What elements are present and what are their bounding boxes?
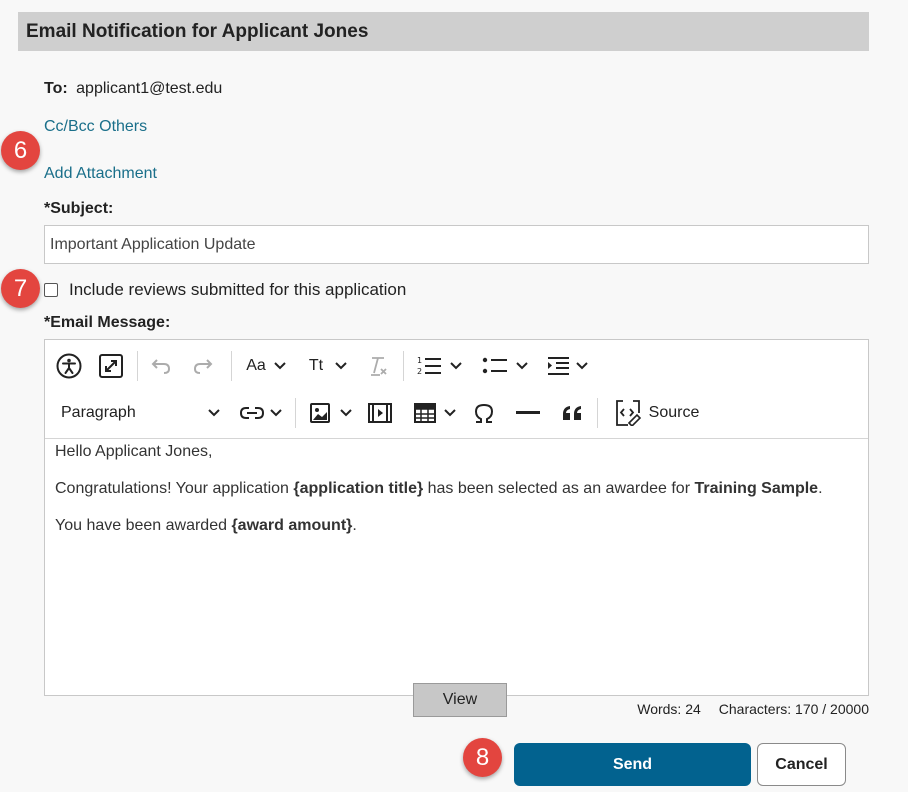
numbered-list-dropdown[interactable]: 12 bbox=[411, 350, 467, 382]
indent-icon bbox=[548, 357, 569, 375]
callout-badge-8: 8 bbox=[463, 738, 502, 777]
to-email: applicant1@test.edu bbox=[76, 80, 223, 97]
dialog-title: Email Notification for Applicant Jones bbox=[18, 12, 869, 51]
paragraph-format-dropdown[interactable]: Paragraph bbox=[55, 397, 220, 429]
include-reviews-row: Include reviews submitted for this appli… bbox=[44, 280, 406, 300]
to-row: To: applicant1@test.edu bbox=[44, 80, 222, 98]
chevron-down-icon bbox=[576, 362, 588, 370]
source-button[interactable]: Source bbox=[609, 397, 705, 429]
chevron-down-icon bbox=[516, 362, 528, 370]
callout-badge-6: 6 bbox=[1, 131, 40, 170]
chevron-down-icon bbox=[335, 362, 347, 370]
include-reviews-label[interactable]: Include reviews submitted for this appli… bbox=[69, 280, 406, 300]
redo-icon[interactable] bbox=[188, 350, 218, 382]
fullscreen-icon[interactable] bbox=[95, 350, 127, 382]
editor-counts: Words: 24 Characters: 170 / 20000 bbox=[637, 701, 869, 717]
media-embed-icon[interactable] bbox=[365, 397, 395, 429]
rich-text-editor: Aa Tt 12 Paragraph Source Hello Applican… bbox=[44, 339, 869, 717]
bulleted-list-dropdown[interactable] bbox=[477, 350, 533, 382]
award-line: You have been awarded {award amount}. bbox=[55, 517, 357, 534]
application-title-token: {application title} bbox=[293, 480, 424, 497]
image-icon bbox=[310, 403, 330, 423]
horizontal-line-icon[interactable] bbox=[513, 397, 543, 429]
award-amount-token: {award amount} bbox=[231, 517, 353, 534]
numbered-list-icon: 12 bbox=[417, 356, 441, 376]
svg-text:2: 2 bbox=[417, 367, 422, 376]
text-style-label: Tt bbox=[308, 357, 324, 374]
send-button[interactable]: Send bbox=[514, 743, 751, 786]
source-code-icon bbox=[615, 400, 641, 426]
to-label: To: bbox=[44, 80, 68, 97]
callout-badge-7: 7 bbox=[1, 269, 40, 308]
character-count: Characters: 170 / 20000 bbox=[718, 701, 869, 717]
accessibility-icon[interactable] bbox=[53, 350, 85, 382]
image-dropdown[interactable] bbox=[305, 397, 357, 429]
editor-toolbar: Aa Tt 12 Paragraph Source bbox=[45, 340, 868, 439]
chevron-down-icon bbox=[444, 409, 456, 417]
chevron-down-icon bbox=[340, 409, 352, 417]
cancel-button[interactable]: Cancel bbox=[757, 743, 846, 786]
subject-input[interactable] bbox=[44, 225, 869, 264]
chevron-down-icon bbox=[274, 362, 286, 370]
special-characters-icon[interactable] bbox=[469, 397, 499, 429]
bulleted-list-icon bbox=[482, 357, 507, 374]
view-button[interactable]: View bbox=[413, 683, 507, 717]
greeting-line: Hello Applicant Jones, bbox=[55, 443, 213, 460]
font-size-label: Aa bbox=[246, 357, 266, 374]
font-size-dropdown[interactable]: Aa bbox=[241, 350, 291, 382]
cc-bcc-link[interactable]: Cc/Bcc Others bbox=[44, 118, 147, 136]
word-count: Words: 24 bbox=[637, 701, 701, 717]
subject-label: *Subject: bbox=[44, 200, 114, 217]
chevron-down-icon bbox=[450, 362, 462, 370]
block-quote-icon[interactable] bbox=[557, 397, 587, 429]
table-dropdown[interactable] bbox=[409, 397, 461, 429]
link-dropdown[interactable] bbox=[235, 397, 287, 429]
chevron-down-icon bbox=[270, 409, 282, 417]
undo-icon[interactable] bbox=[146, 350, 176, 382]
email-message-label: *Email Message: bbox=[44, 314, 171, 331]
chevron-down-icon bbox=[208, 409, 220, 417]
paragraph-format-label: Paragraph bbox=[61, 404, 136, 421]
table-icon bbox=[414, 403, 436, 423]
link-icon bbox=[240, 407, 264, 419]
svg-text:1: 1 bbox=[417, 356, 422, 365]
indent-dropdown[interactable] bbox=[541, 350, 593, 382]
text-style-dropdown[interactable]: Tt bbox=[303, 350, 353, 382]
add-attachment-link[interactable]: Add Attachment bbox=[44, 165, 157, 183]
source-label: Source bbox=[648, 404, 700, 421]
congratulations-line: Congratulations! Your application {appli… bbox=[55, 480, 823, 497]
remove-format-icon[interactable] bbox=[363, 350, 393, 382]
include-reviews-checkbox[interactable] bbox=[44, 283, 58, 297]
program-name: Training Sample bbox=[694, 480, 819, 497]
